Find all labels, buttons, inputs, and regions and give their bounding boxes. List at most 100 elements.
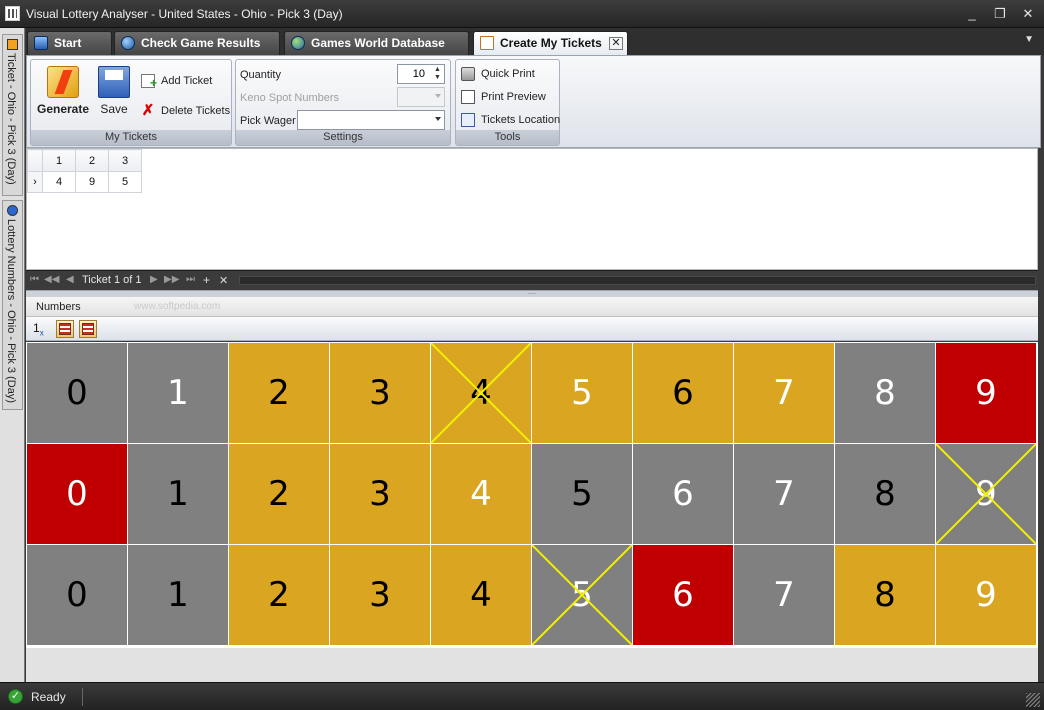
save-button[interactable]: Save bbox=[95, 66, 133, 116]
print-preview-button[interactable]: Print Preview bbox=[459, 88, 546, 106]
delete-icon: ✗ bbox=[141, 102, 155, 119]
folder-location-icon bbox=[461, 113, 475, 127]
number-label: 9 bbox=[975, 575, 997, 615]
column-header[interactable]: 1 bbox=[42, 149, 76, 172]
number-cell[interactable]: 5 bbox=[532, 343, 632, 443]
next-page-icon[interactable]: ▶▶ bbox=[164, 274, 179, 285]
number-cell[interactable]: 9 bbox=[936, 545, 1036, 645]
number-cell[interactable]: 8 bbox=[835, 444, 935, 544]
number-cell[interactable]: 4 bbox=[431, 444, 531, 544]
document-tab-strip: Start Check Game Results Games World Dat… bbox=[26, 28, 1044, 55]
number-cell[interactable]: 6 bbox=[633, 545, 733, 645]
number-cell[interactable]: 0 bbox=[27, 545, 127, 645]
number-cell[interactable]: 4 bbox=[431, 343, 531, 443]
table-icon bbox=[82, 323, 94, 335]
row-indicator-icon[interactable]: › bbox=[27, 171, 43, 193]
tab-games-world-database[interactable]: Games World Database bbox=[284, 31, 469, 55]
resize-grip-icon[interactable] bbox=[1026, 693, 1040, 707]
number-label: 3 bbox=[369, 575, 391, 615]
number-cell[interactable]: 1 bbox=[128, 444, 228, 544]
previous-ticket-icon[interactable]: ◀ bbox=[66, 274, 74, 285]
first-ticket-icon[interactable]: ⏮ bbox=[30, 274, 39, 285]
number-cell[interactable]: 5 bbox=[532, 444, 632, 544]
number-cell[interactable]: 7 bbox=[734, 343, 834, 443]
number-cell[interactable]: 6 bbox=[633, 444, 733, 544]
tab-label: Start bbox=[54, 36, 82, 50]
number-cell[interactable]: 3 bbox=[330, 444, 430, 544]
number-cell[interactable]: 0 bbox=[27, 444, 127, 544]
number-label: 8 bbox=[874, 474, 896, 514]
pick-wager-select[interactable] bbox=[297, 110, 445, 130]
tickets-location-button[interactable]: Tickets Location bbox=[459, 111, 560, 129]
number-label: 3 bbox=[369, 373, 391, 413]
add-ticket-icon[interactable]: + bbox=[203, 273, 210, 287]
number-cell[interactable]: 7 bbox=[734, 545, 834, 645]
spin-arrows-icon[interactable]: ▲ ▼ bbox=[432, 66, 443, 82]
number-label: 2 bbox=[268, 474, 290, 514]
table-view-button[interactable] bbox=[79, 320, 97, 338]
table-row[interactable]: › 4 9 5 bbox=[27, 171, 142, 193]
number-cell[interactable]: 2 bbox=[229, 444, 329, 544]
ribbon-group-my-tickets: Generate Save Add Ticket ✗ Delete Ticket… bbox=[30, 59, 232, 146]
number-cell[interactable]: 1 bbox=[128, 343, 228, 443]
quantity-input[interactable] bbox=[398, 65, 428, 83]
previous-page-icon[interactable]: ◀◀ bbox=[44, 274, 59, 285]
one-x-button[interactable]: 1x bbox=[33, 321, 44, 337]
number-label: 8 bbox=[874, 575, 896, 615]
number-cell[interactable]: 1 bbox=[128, 545, 228, 645]
generate-label: Generate bbox=[36, 102, 90, 116]
ticket-cell[interactable]: 9 bbox=[75, 171, 109, 193]
sidebar-tab-label: Ticket - Ohio - Pick 3 (Day) bbox=[5, 53, 17, 185]
number-cell[interactable]: 3 bbox=[330, 343, 430, 443]
horizontal-scrollbar[interactable] bbox=[239, 276, 1036, 285]
delete-tickets-button[interactable]: ✗ Delete Tickets bbox=[139, 102, 230, 120]
tab-check-game-results[interactable]: Check Game Results bbox=[114, 31, 280, 55]
number-cell[interactable]: 8 bbox=[835, 343, 935, 443]
print-preview-icon bbox=[461, 90, 475, 104]
number-cell[interactable]: 6 bbox=[633, 343, 733, 443]
column-header[interactable]: 2 bbox=[75, 149, 109, 172]
column-header[interactable]: 3 bbox=[108, 149, 142, 172]
close-button[interactable]: ✕ bbox=[1018, 5, 1038, 23]
remove-ticket-icon[interactable]: ✕ bbox=[219, 274, 228, 287]
number-cell[interactable]: 3 bbox=[330, 545, 430, 645]
number-label: 4 bbox=[470, 575, 492, 615]
number-cell[interactable]: 9 bbox=[936, 343, 1036, 443]
number-cell[interactable]: 9 bbox=[936, 444, 1036, 544]
number-cell[interactable]: 4 bbox=[431, 545, 531, 645]
quick-print-button[interactable]: Quick Print bbox=[459, 65, 535, 83]
minimize-button[interactable]: _ bbox=[962, 5, 982, 23]
grid-view-button[interactable] bbox=[56, 320, 74, 338]
number-label: 6 bbox=[672, 575, 694, 615]
sidebar-tab-ticket[interactable]: Ticket - Ohio - Pick 3 (Day) bbox=[2, 34, 23, 196]
ticket-grid: 1 2 3 › 4 9 5 bbox=[26, 148, 1038, 270]
status-text: Ready bbox=[31, 690, 66, 704]
next-ticket-icon[interactable]: ▶ bbox=[150, 274, 158, 285]
add-ticket-button[interactable]: Add Ticket bbox=[139, 72, 212, 92]
restore-button[interactable]: ❐ bbox=[990, 5, 1010, 23]
quantity-label: Quantity bbox=[240, 69, 281, 81]
ticket-cell[interactable]: 4 bbox=[42, 171, 76, 193]
number-label: 1 bbox=[167, 373, 189, 413]
number-label: 3 bbox=[369, 474, 391, 514]
number-cell[interactable]: 7 bbox=[734, 444, 834, 544]
generate-button[interactable]: Generate bbox=[35, 66, 91, 116]
tab-create-my-tickets[interactable]: Create My Tickets ✕ bbox=[473, 31, 628, 55]
number-label: 1 bbox=[167, 575, 189, 615]
ribbon: Generate Save Add Ticket ✗ Delete Ticket… bbox=[26, 55, 1041, 148]
close-tab-icon[interactable]: ✕ bbox=[609, 37, 623, 50]
sidebar-tab-lottery-numbers[interactable]: Lottery Numbers - Ohio - Pick 3 (Day) bbox=[2, 200, 23, 410]
tab-start[interactable]: Start bbox=[27, 31, 112, 55]
number-cell[interactable]: 2 bbox=[229, 545, 329, 645]
number-label: 5 bbox=[571, 474, 593, 514]
number-cell[interactable]: 8 bbox=[835, 545, 935, 645]
number-cell[interactable]: 0 bbox=[27, 343, 127, 443]
last-ticket-icon[interactable]: ⏭ bbox=[186, 274, 195, 285]
number-cell[interactable]: 2 bbox=[229, 343, 329, 443]
number-label: 0 bbox=[66, 373, 88, 413]
quantity-stepper[interactable]: ▲▼ bbox=[397, 64, 445, 84]
panel-splitter[interactable]: .... bbox=[26, 289, 1038, 297]
tab-menu-dropdown[interactable]: ▼ bbox=[1024, 34, 1034, 45]
number-cell[interactable]: 5 bbox=[532, 545, 632, 645]
ticket-cell[interactable]: 5 bbox=[108, 171, 142, 193]
